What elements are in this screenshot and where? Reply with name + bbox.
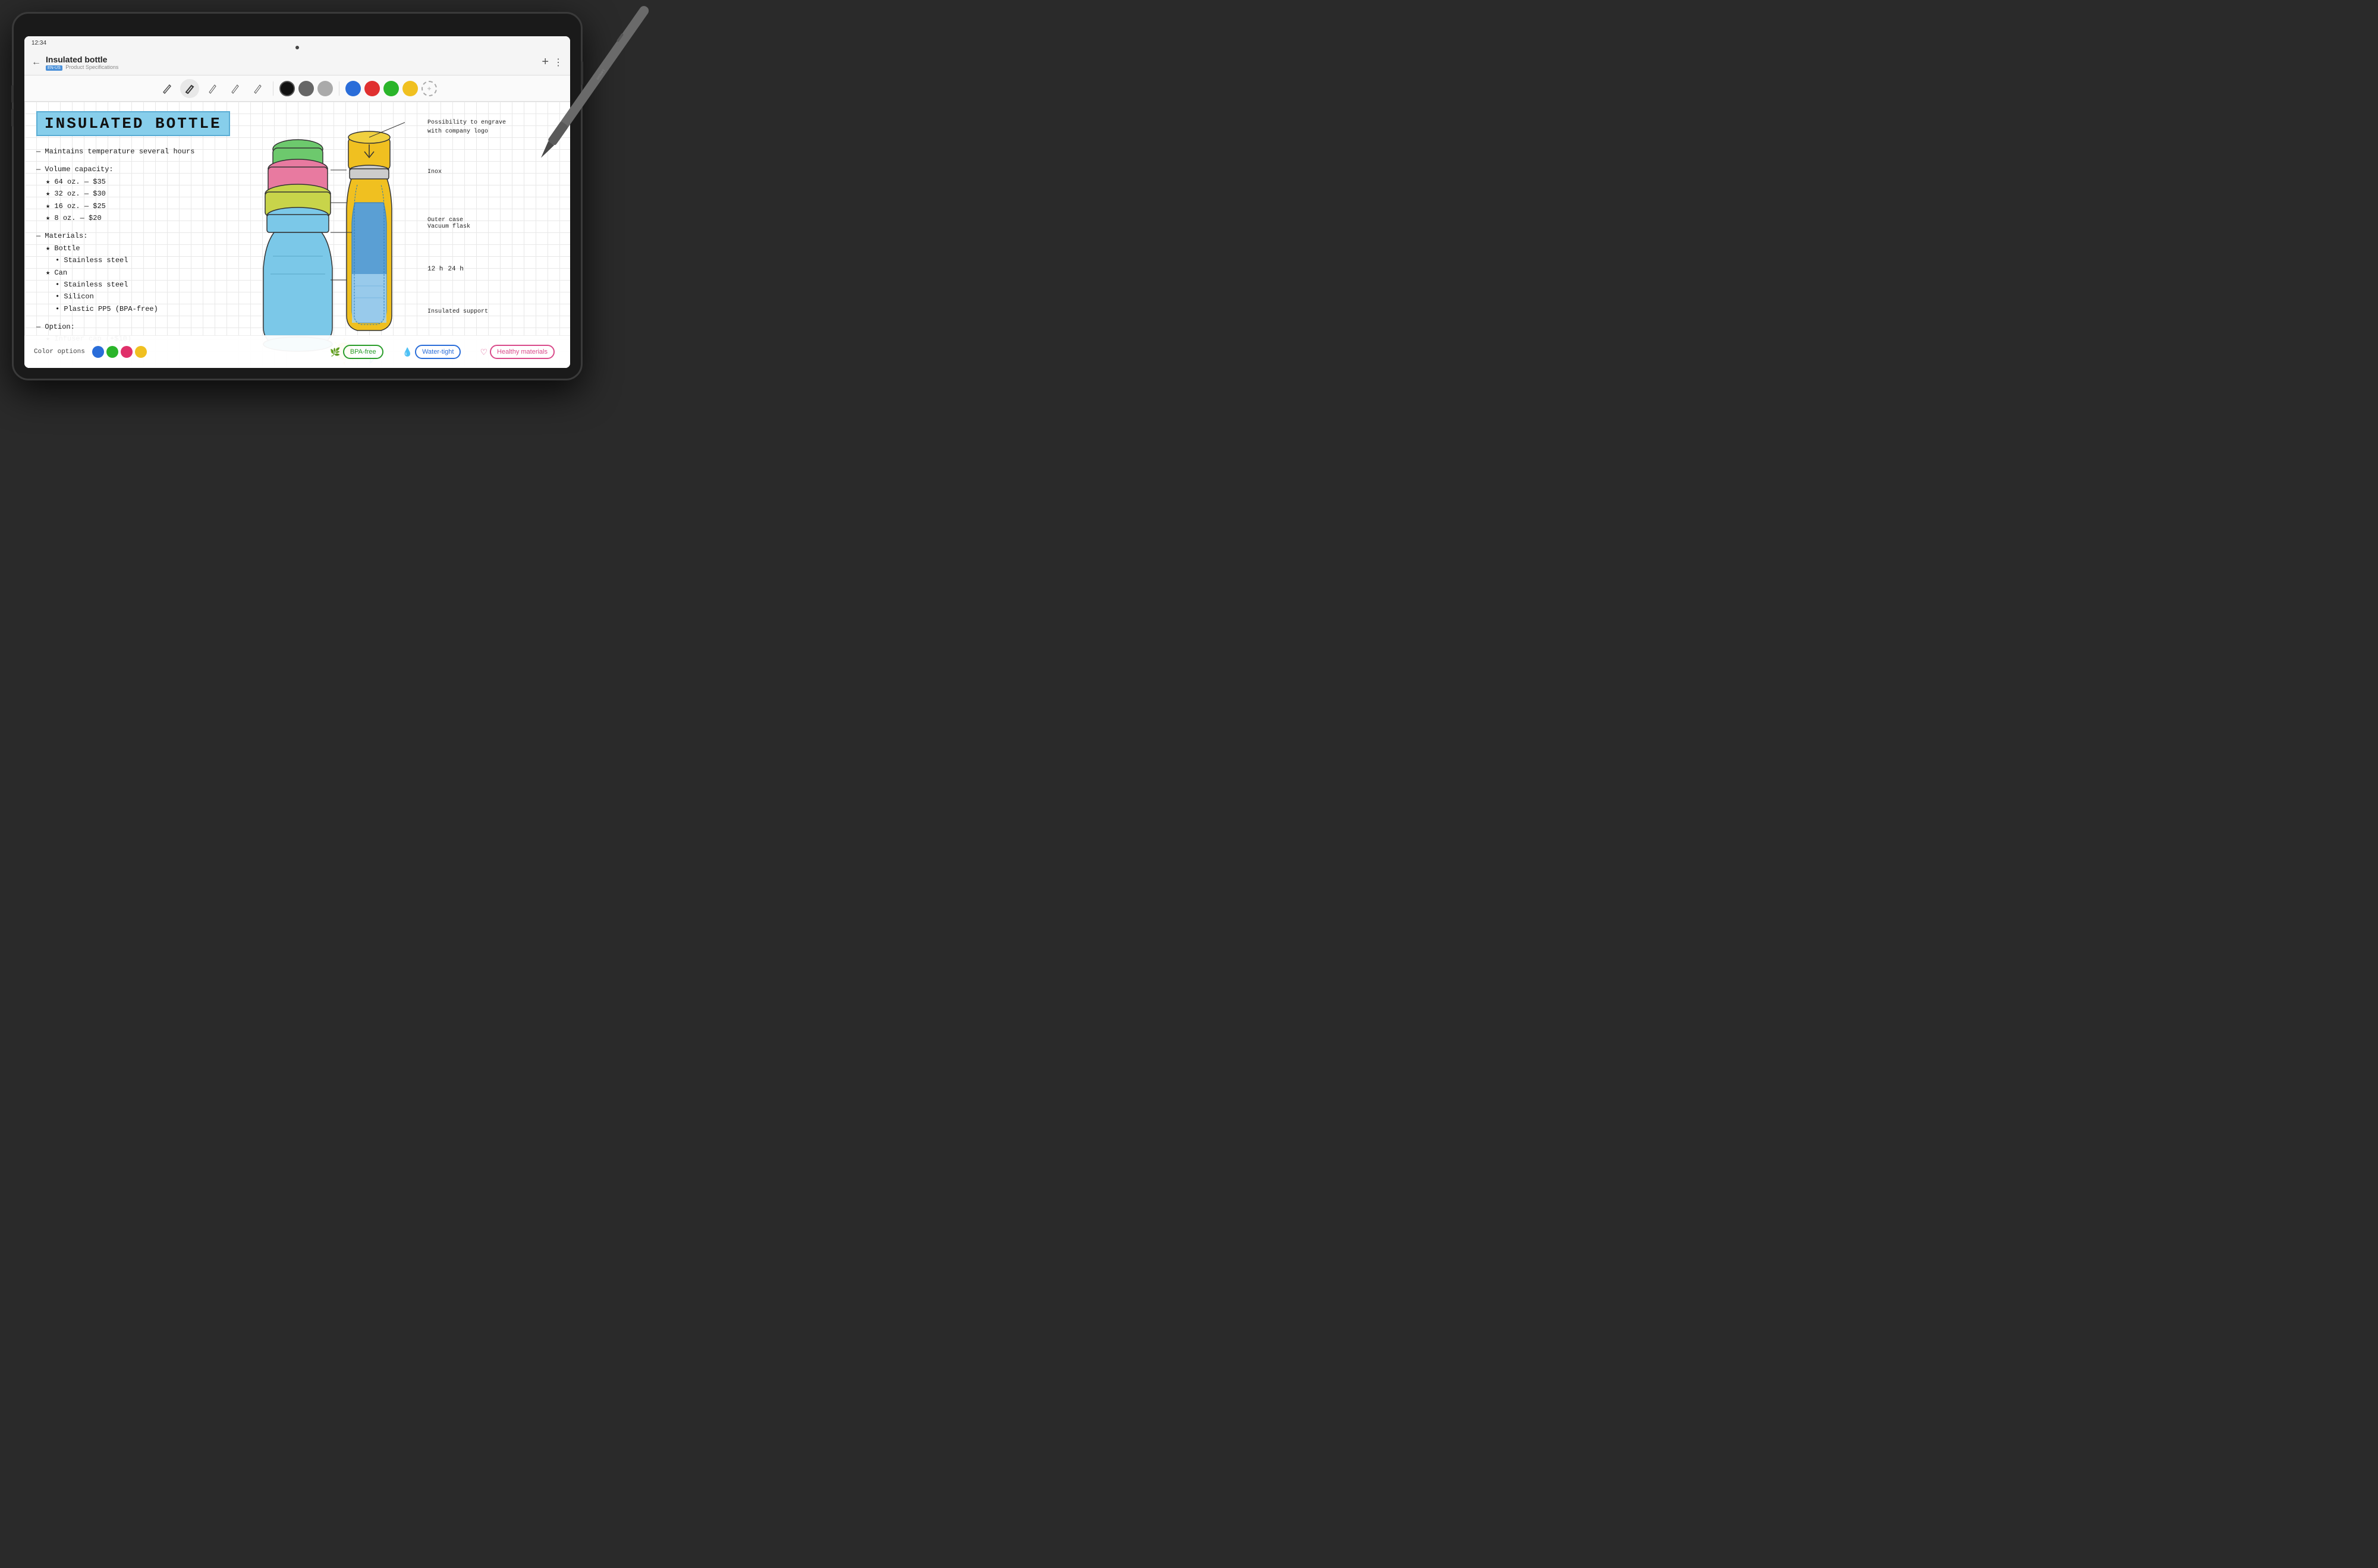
water-tight-badge: Water-tight <box>415 345 461 359</box>
color-black[interactable] <box>279 81 295 96</box>
bottom-bar: Color options 🌿 BPA-free � <box>24 335 570 368</box>
content-area: INSULATED BOTTLE — Maintains temperature… <box>24 102 570 368</box>
pen-tool-1[interactable] <box>158 79 177 98</box>
line-can: ★ Can <box>46 267 262 279</box>
add-button[interactable]: + <box>542 55 549 69</box>
healthy-materials-label: Healthy materials <box>497 348 548 355</box>
bottle-illustrations <box>238 114 405 368</box>
hour-24: 24 h <box>448 266 463 273</box>
bpa-free-label: BPA-free <box>350 348 376 355</box>
line-volume-header: — Volume capacity: <box>36 163 262 175</box>
color-dark-gray[interactable] <box>298 81 314 96</box>
top-bar-actions: + ⋮ <box>542 55 563 69</box>
line-16oz: ★ 16 oz. — $25 <box>46 200 262 212</box>
document-title: Insulated bottle <box>46 55 537 64</box>
water-drop-icon: 💧 <box>402 347 413 357</box>
color-option-pink[interactable] <box>121 346 133 358</box>
color-option-yellow[interactable] <box>135 346 147 358</box>
color-option-green[interactable] <box>106 346 118 358</box>
color-yellow[interactable] <box>402 81 418 96</box>
water-tight-label: Water-tight <box>422 348 454 355</box>
top-bar: ← Insulated bottle EN-US Product Specifi… <box>24 49 570 75</box>
line-bottle-steel: • Stainless steel <box>55 254 262 266</box>
annotation-outer-case: Outer caseVacuum flask <box>427 217 558 230</box>
bottle-svg <box>238 114 405 368</box>
badge-area-healthy: ♡ Healthy materials <box>474 342 561 361</box>
title-block: Insulated bottle EN-US Product Specifica… <box>46 55 537 70</box>
section-materials: — Materials: ★ Bottle • Stainless steel … <box>36 230 262 315</box>
time-display: 12:34 <box>32 40 46 46</box>
pen-tool-5[interactable] <box>248 79 267 98</box>
color-light-gray[interactable] <box>317 81 333 96</box>
line-bottle: ★ Bottle <box>46 243 262 254</box>
color-add-button[interactable]: + <box>422 81 437 96</box>
line-32oz: ★ 32 oz. — $30 <box>46 188 262 200</box>
annotation-engrave: Possibility to engravewith company logo <box>427 118 558 136</box>
badge-area-water: 💧 Water-tight <box>397 342 467 361</box>
line-8oz: ★ 8 oz. — $20 <box>46 212 262 224</box>
left-column: INSULATED BOTTLE — Maintains temperature… <box>36 111 262 351</box>
hour-12: 12 h <box>427 266 443 273</box>
language-badge: EN-US <box>46 65 62 71</box>
color-green[interactable] <box>383 81 399 96</box>
line-can-silicon: • Silicon <box>55 291 262 303</box>
section-temperature: — Maintains temperature several hours <box>36 146 262 158</box>
bpa-free-badge: BPA-free <box>343 345 383 359</box>
tablet-device: 12:34 ← Insulated bottle EN-US Product S… <box>12 12 583 380</box>
color-options-dots <box>92 346 147 358</box>
volume-down-button[interactable] <box>11 109 14 127</box>
healthy-materials-badge: Healthy materials <box>490 345 555 359</box>
line-option-header: — Option: <box>36 321 262 333</box>
pen-tool-3[interactable] <box>203 79 222 98</box>
line-1: — Maintains temperature several hours <box>36 146 262 158</box>
plant-icon: 🌿 <box>330 347 340 357</box>
color-blue[interactable] <box>345 81 361 96</box>
tablet-screen: 12:34 ← Insulated bottle EN-US Product S… <box>24 36 570 368</box>
heart-icon: ♡ <box>480 347 487 357</box>
note-body: — Maintains temperature several hours — … <box>36 146 262 345</box>
color-red[interactable] <box>364 81 380 96</box>
menu-button[interactable]: ⋮ <box>553 56 563 68</box>
section-volume: — Volume capacity: ★ 64 oz. — $35 ★ 32 o… <box>36 163 262 224</box>
front-camera <box>295 46 299 49</box>
back-button[interactable]: ← <box>32 57 41 68</box>
badge-area-bpa: 🌿 BPA-free <box>324 342 389 361</box>
volume-up-button[interactable] <box>11 85 14 103</box>
line-can-plastic: • Plastic PP5 (BPA-free) <box>55 303 262 315</box>
pen-tool-2[interactable] <box>180 79 199 98</box>
note-title: INSULATED BOTTLE <box>36 111 230 136</box>
line-64oz: ★ 64 oz. — $35 <box>46 176 262 188</box>
color-option-blue[interactable] <box>92 346 104 358</box>
line-materials-header: — Materials: <box>36 230 262 242</box>
pen-tool-4[interactable] <box>225 79 244 98</box>
drawing-toolbar: + <box>24 75 570 102</box>
annotation-hours: 12 h 24 h <box>427 266 558 273</box>
line-can-steel: • Stainless steel <box>55 279 262 291</box>
annotation-insulated: Insulated support <box>427 308 558 315</box>
subtitle-text: Product Specifications <box>65 64 118 70</box>
color-options-label: Color options <box>34 348 85 355</box>
document-subtitle: EN-US Product Specifications <box>46 64 537 70</box>
